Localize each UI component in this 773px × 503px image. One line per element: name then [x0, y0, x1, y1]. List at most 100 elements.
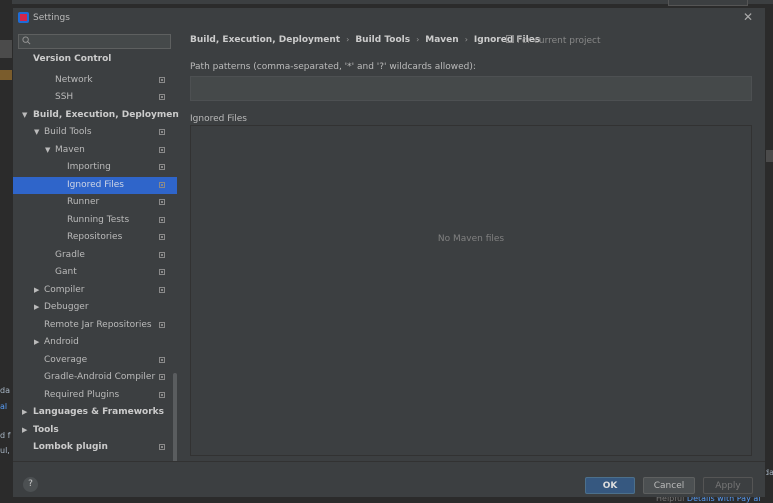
project-scope-icon: [159, 164, 165, 170]
tree-sticky-header: Version Control: [13, 54, 177, 66]
ide-run-config-box: [668, 0, 748, 6]
scope-indicator: For current project: [506, 35, 601, 46]
breadcrumb-separator-icon: ›: [416, 35, 420, 44]
tree-item-label: Ignored Files: [67, 179, 124, 190]
settings-dialog: Settings ✕ Version Control PresentationN…: [12, 7, 766, 497]
tree-item-label: Gradle-Android Compiler: [44, 372, 156, 382]
collapsed-arrow-icon[interactable]: ▶: [34, 282, 39, 299]
tree-item[interactable]: Ignored Files: [13, 176, 177, 194]
ide-background-text: ul,: [0, 446, 10, 455]
ide-background-link: al: [0, 402, 8, 411]
ide-background-text: d f: [0, 431, 11, 440]
tree-item[interactable]: Gant: [13, 264, 177, 281]
cancel-button[interactable]: Cancel: [643, 477, 695, 494]
project-scope-icon: [159, 391, 165, 398]
project-scope-icon: [159, 129, 165, 135]
tree-item[interactable]: ▶ Android: [13, 334, 177, 351]
tree-item[interactable]: Required Plugins: [13, 387, 177, 404]
tree-sticky-header-label: Version Control: [33, 54, 112, 64]
project-scope-icon: [159, 356, 165, 363]
tree-item-label: Compiler: [44, 284, 85, 295]
tree-item[interactable]: Lombok plugin: [13, 439, 177, 456]
project-scope-icon: [159, 234, 165, 240]
ok-button[interactable]: OK: [585, 477, 635, 494]
project-scope-icon: [159, 94, 165, 100]
project-scope-icon: [159, 374, 165, 380]
tree-item[interactable]: Runner: [13, 194, 177, 211]
tree-item[interactable]: ▶ Debugger: [13, 299, 177, 316]
ide-background-block: [765, 150, 773, 162]
tree-item[interactable]: Importing: [13, 159, 177, 176]
tree-item-label: Build Tools: [44, 127, 92, 137]
project-scope-icon: [159, 444, 165, 450]
collapsed-arrow-icon[interactable]: ▶: [34, 299, 39, 316]
project-scope-icon: [506, 35, 514, 43]
tree-item-label: SSH: [55, 92, 74, 102]
tree-item[interactable]: ▶ Tools: [13, 422, 177, 439]
project-scope-icon: [159, 76, 165, 83]
tree-item[interactable]: ▶ Languages & Frameworks: [13, 404, 177, 421]
ide-background-toolbar: [0, 0, 773, 4]
tree-item-label: Maven: [55, 144, 85, 155]
settings-tree: PresentationNetworkSSH▼Build, Execution,…: [13, 54, 179, 461]
apply-button[interactable]: Apply: [703, 477, 753, 494]
tree-item[interactable]: Coverage: [13, 352, 177, 369]
settings-sidebar: Version Control PresentationNetworkSSH▼B…: [13, 28, 179, 461]
sidebar-scrollbar[interactable]: [173, 373, 177, 461]
tree-item[interactable]: Remote Jar Repositories: [13, 317, 177, 334]
tree-item-label: Gradle: [55, 249, 85, 260]
tree-item[interactable]: ▼ Build Tools: [13, 124, 177, 141]
tree-item-label: Lombok plugin: [33, 442, 108, 452]
project-scope-icon: [159, 199, 165, 205]
tree-item-label: Android: [44, 337, 79, 347]
breadcrumb: Build, Execution, Deployment › Build Tools…: [190, 35, 540, 45]
tree-item-label: Build, Execution, Deployment: [33, 109, 179, 120]
ignored-files-label: Ignored Files: [190, 114, 247, 124]
ide-background-text: da: [0, 386, 10, 395]
ide-background-highlight: [0, 70, 12, 80]
settings-search-field[interactable]: [18, 34, 171, 49]
close-icon[interactable]: ✕: [743, 10, 753, 24]
tree-item[interactable]: Network: [13, 72, 177, 89]
tree-item-label: Running Tests: [67, 214, 130, 225]
expanded-arrow-icon[interactable]: ▼: [45, 142, 50, 159]
project-scope-icon: [159, 146, 165, 153]
help-button[interactable]: ?: [23, 477, 38, 492]
tree-item[interactable]: ▼ Maven: [13, 142, 177, 159]
collapsed-arrow-icon[interactable]: ▶: [22, 422, 27, 439]
tree-item[interactable]: Running Tests: [13, 212, 177, 229]
tree-item[interactable]: Repositories: [13, 229, 177, 246]
ignored-files-list[interactable]: No Maven files: [190, 125, 752, 456]
tree-item-label: Coverage: [44, 354, 88, 365]
tree-item-label: Languages & Frameworks: [33, 407, 165, 417]
tree-item[interactable]: SSH: [13, 89, 177, 106]
tree-item-label: Debugger: [44, 302, 89, 312]
breadcrumb-item[interactable]: Build Tools: [355, 35, 410, 45]
tree-item[interactable]: ▶ Compiler: [13, 282, 177, 299]
search-icon: [22, 36, 31, 45]
tree-item[interactable]: Gradle: [13, 247, 177, 264]
tree-item-label: Network: [55, 74, 93, 85]
scope-label: For current project: [517, 36, 601, 46]
path-patterns-input[interactable]: [190, 76, 752, 101]
collapsed-arrow-icon[interactable]: ▶: [22, 404, 27, 421]
project-scope-icon: [159, 216, 165, 223]
breadcrumb-separator-icon: ›: [346, 35, 350, 44]
tree-item-label: Runner: [67, 197, 100, 207]
expanded-arrow-icon[interactable]: ▼: [34, 124, 39, 141]
ide-background-block: [0, 40, 12, 58]
tree-item-label: Gant: [55, 267, 77, 277]
breadcrumb-item[interactable]: Build, Execution, Deployment: [190, 35, 340, 45]
project-scope-icon: [159, 269, 165, 275]
search-input[interactable]: [33, 35, 167, 48]
expanded-arrow-icon[interactable]: ▼: [22, 107, 27, 124]
project-scope-icon: [159, 181, 165, 188]
project-scope-icon: [159, 321, 165, 328]
tree-item[interactable]: Gradle-Android Compiler: [13, 369, 177, 386]
intellij-app-icon: [18, 12, 29, 23]
collapsed-arrow-icon[interactable]: ▶: [34, 334, 39, 351]
breadcrumb-item[interactable]: Maven: [425, 35, 458, 45]
empty-list-message: No Maven files: [437, 234, 505, 244]
tree-item-label: Remote Jar Repositories: [44, 319, 152, 330]
tree-item[interactable]: ▼ Build, Execution, Deployment: [13, 107, 179, 124]
